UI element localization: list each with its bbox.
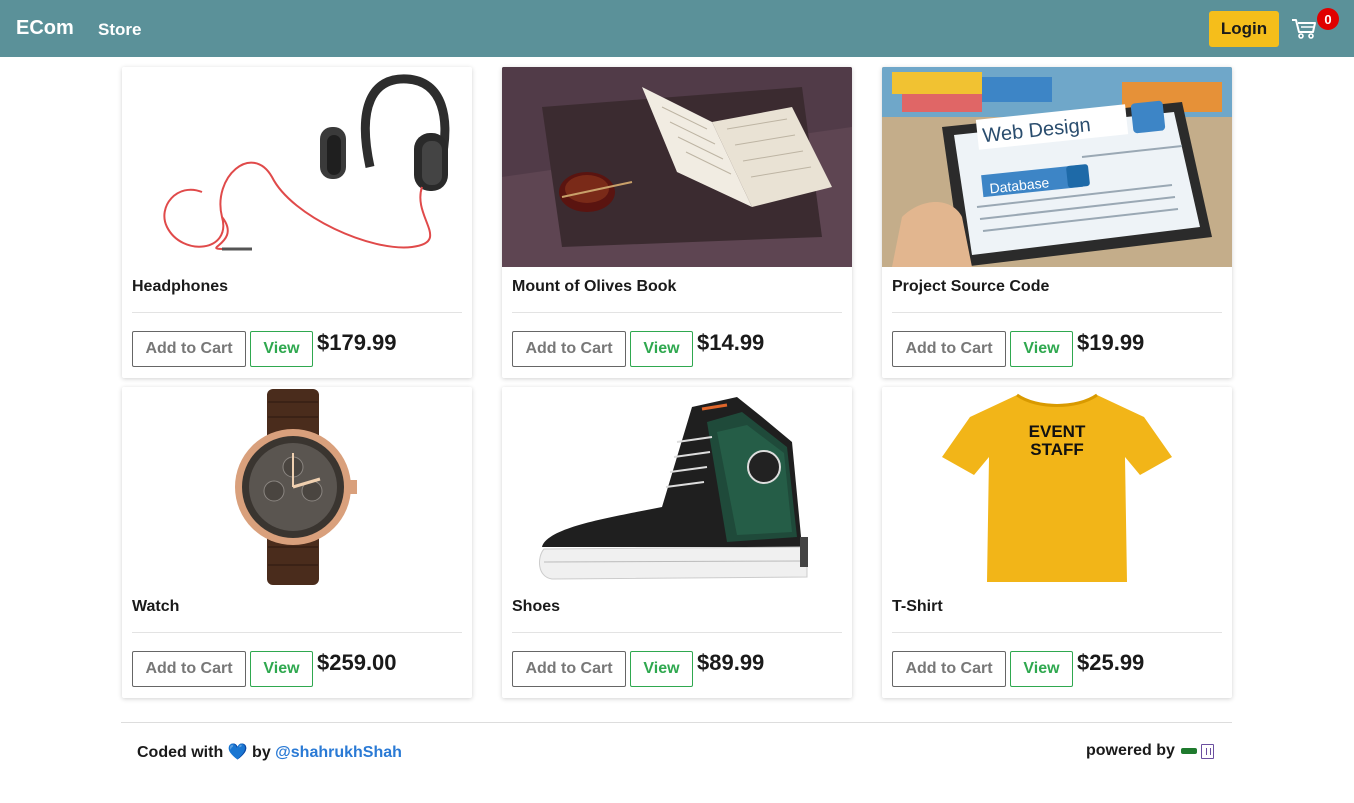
product-title: Watch [132, 598, 180, 615]
view-button[interactable]: View [1010, 651, 1073, 687]
product-title: Mount of Olives Book [512, 278, 677, 295]
divider [512, 312, 842, 313]
product-title: T-Shirt [892, 598, 943, 615]
product-card: Headphones Add to Cart View $179.99 [122, 67, 472, 378]
cart-count-badge: 0 [1317, 8, 1339, 30]
add-to-cart-button[interactable]: Add to Cart [132, 331, 246, 367]
by-text: by [252, 744, 271, 761]
product-image[interactable] [122, 387, 472, 587]
product-price: $179.99 [317, 330, 397, 355]
add-to-cart-button[interactable]: Add to Cart [512, 651, 626, 687]
divider [132, 632, 462, 633]
shirt-text-line2: STAFF [1030, 440, 1084, 459]
footer-divider [121, 722, 1232, 723]
add-to-cart-button[interactable]: Add to Cart [512, 331, 626, 367]
login-button[interactable]: Login [1209, 11, 1279, 47]
product-image[interactable] [502, 67, 852, 267]
view-button[interactable]: View [1010, 331, 1073, 367]
product-image[interactable]: Web Design Database [882, 67, 1232, 267]
product-image[interactable] [122, 67, 472, 267]
product-card: EVENT STAFF T-Shirt Add to Cart View $25… [882, 387, 1232, 698]
product-title: Project Source Code [892, 278, 1050, 295]
add-to-cart-button[interactable]: Add to Cart [892, 331, 1006, 367]
product-price: $259.00 [317, 650, 397, 675]
product-card: Watch Add to Cart View $259.00 [122, 387, 472, 698]
footer-powered: powered by [1086, 742, 1214, 760]
view-button[interactable]: View [250, 651, 313, 687]
add-to-cart-button[interactable]: Add to Cart [892, 651, 1006, 687]
nav-store-link[interactable]: Store [98, 20, 141, 40]
divider [892, 312, 1222, 313]
divider [892, 632, 1222, 633]
shirt-text-line1: EVENT [1029, 422, 1086, 441]
author-link[interactable]: @shahrukhShah [275, 744, 402, 761]
product-price: $14.99 [697, 330, 765, 355]
brand-logo[interactable]: ECom [16, 17, 74, 40]
provider-logo-icon[interactable] [1180, 748, 1197, 754]
product-image[interactable] [502, 387, 852, 587]
divider [512, 632, 842, 633]
product-title: Headphones [132, 278, 229, 295]
view-button[interactable]: View [250, 331, 313, 367]
product-card: Mount of Olives Book Add to Cart View $1… [502, 67, 852, 378]
powered-by-text: powered by [1086, 742, 1175, 759]
product-price: $89.99 [697, 650, 765, 675]
footer-credit: Coded with 💙 by @shahrukhShah [137, 742, 402, 762]
product-card: Web Design Database Project Source Code … [882, 67, 1232, 378]
product-image[interactable]: EVENT STAFF [882, 387, 1232, 587]
product-card: Shoes Add to Cart View $89.99 [502, 387, 852, 698]
heart-icon: 💙 [227, 744, 248, 761]
navbar: ECom Store Login 0 [0, 0, 1354, 57]
product-price: $25.99 [1077, 650, 1145, 675]
view-button[interactable]: View [630, 331, 693, 367]
divider [132, 312, 462, 313]
add-to-cart-button[interactable]: Add to Cart [132, 651, 246, 687]
product-title: Shoes [512, 598, 561, 615]
coded-with-text: Coded with [137, 744, 224, 761]
heroku-logo-icon[interactable] [1200, 743, 1214, 759]
product-price: $19.99 [1077, 330, 1145, 355]
cart-button[interactable]: 0 [1291, 8, 1339, 46]
cart-icon [1292, 19, 1316, 39]
view-button[interactable]: View [630, 651, 693, 687]
